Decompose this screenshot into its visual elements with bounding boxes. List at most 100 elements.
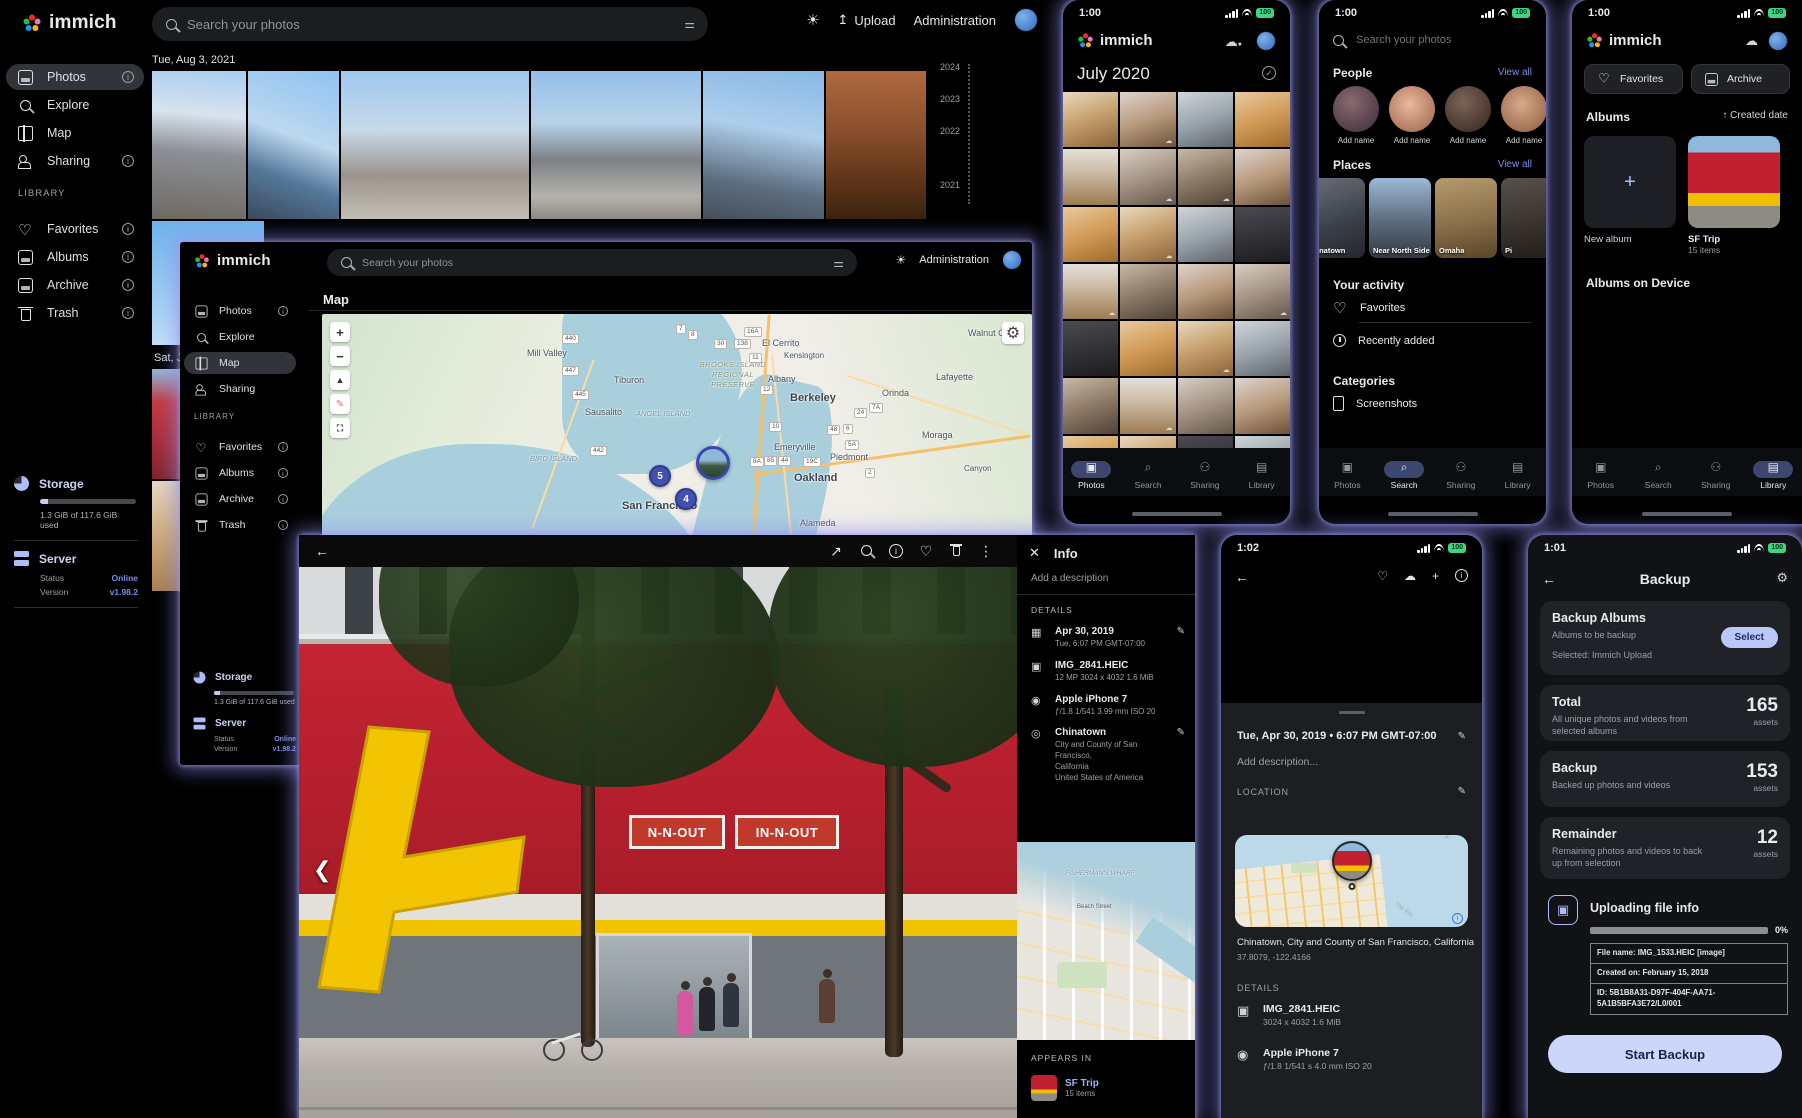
map-photo-marker[interactable] xyxy=(696,446,730,480)
photo-thumbnail[interactable]: ☁ xyxy=(1178,321,1233,376)
select-all-icon[interactable]: ✓ xyxy=(1262,66,1276,80)
map-cluster-marker[interactable]: 5 xyxy=(649,465,671,487)
photo-pin-marker[interactable] xyxy=(1332,841,1372,881)
info-icon[interactable]: i xyxy=(122,223,134,235)
settings-gear-icon[interactable]: ⚙ xyxy=(1776,570,1788,586)
info-icon[interactable]: i xyxy=(122,307,134,319)
photo-thumbnail[interactable] xyxy=(531,71,701,219)
people-view-all-link[interactable]: View all xyxy=(1498,67,1532,78)
photo-thumbnail[interactable] xyxy=(1235,149,1290,204)
info-icon[interactable]: i xyxy=(278,442,288,452)
place-card[interactable]: Pi xyxy=(1501,178,1546,258)
search-input[interactable] xyxy=(362,257,823,269)
compass-button[interactable]: ▲ xyxy=(330,370,350,390)
archive-button[interactable]: Archive xyxy=(1691,64,1790,94)
more-options-icon[interactable]: ⋮ xyxy=(971,543,1001,560)
photo-thumbnail[interactable] xyxy=(1178,378,1233,433)
info-icon[interactable]: i xyxy=(122,155,134,167)
sidebar-item-map[interactable]: Map xyxy=(184,352,296,374)
select-button[interactable]: Select xyxy=(1721,627,1778,648)
favorites-row[interactable]: Favorites xyxy=(1333,300,1405,315)
description-input[interactable]: Add a description xyxy=(1017,565,1195,595)
photo-thumbnail[interactable]: ☁ xyxy=(1235,264,1290,319)
favorite-icon[interactable]: ♡ xyxy=(911,543,941,560)
photo-thumbnail[interactable] xyxy=(1063,321,1118,376)
photo-main[interactable]: N-N-OUT IN-N-OUT ❮ xyxy=(299,567,1017,1118)
upload-cloud-icon[interactable]: ☁● xyxy=(1225,34,1242,50)
photo-thumbnail[interactable] xyxy=(248,71,339,219)
nav-library[interactable]: ▤Library xyxy=(1753,455,1793,490)
sidebar-item-favorites[interactable]: Favoritesi xyxy=(6,216,144,242)
share-icon[interactable]: ↗ xyxy=(821,543,851,560)
nav-sharing[interactable]: ⚇Sharing xyxy=(1441,455,1481,490)
photo-thumbnail[interactable] xyxy=(1178,92,1233,147)
sidebar-item-archive[interactable]: Archivei xyxy=(184,488,296,510)
sidebar-item-archive[interactable]: Archivei xyxy=(6,272,144,298)
back-icon[interactable]: ← xyxy=(315,543,329,559)
nav-library[interactable]: ▤Library xyxy=(1242,455,1282,490)
photo-thumbnail[interactable] xyxy=(1235,207,1290,262)
sidebar-item-albums[interactable]: Albumsi xyxy=(184,462,296,484)
start-backup-button[interactable]: Start Backup xyxy=(1548,1035,1782,1073)
nav-search[interactable]: ⌕Search xyxy=(1384,455,1424,490)
administration-link[interactable]: Administration xyxy=(919,254,989,266)
location-minimap[interactable]: FISHERMAN'S WHARF Beach Street xyxy=(1017,842,1195,1040)
photo-thumbnail[interactable]: ☁ xyxy=(1120,207,1175,262)
home-indicator[interactable] xyxy=(1132,512,1222,516)
info-icon[interactable]: i xyxy=(889,544,903,558)
theme-toggle-icon[interactable]: ☀ xyxy=(806,11,819,29)
info-icon[interactable]: i xyxy=(278,468,288,478)
map-cluster-marker[interactable]: 4 xyxy=(675,488,697,510)
attribution-info-icon[interactable]: i xyxy=(1452,913,1463,924)
avatar[interactable] xyxy=(1256,31,1276,51)
photo-thumbnail[interactable] xyxy=(1235,321,1290,376)
photo-thumbnail[interactable]: ☁ xyxy=(1120,378,1175,433)
edit-location-icon[interactable]: ✎ xyxy=(1177,727,1185,783)
search-bar[interactable]: ⚌ xyxy=(152,7,708,41)
upload-cloud-icon[interactable]: ☁ xyxy=(1745,33,1758,49)
nav-sharing[interactable]: ⚇Sharing xyxy=(1696,455,1736,490)
person-item[interactable]: Add name xyxy=(1333,86,1379,145)
search-input[interactable] xyxy=(1356,34,1516,46)
photo-thumbnail[interactable] xyxy=(1235,92,1290,147)
draw-tool-button[interactable]: ✎ xyxy=(330,394,350,414)
info-icon[interactable]: i xyxy=(1455,569,1468,582)
description-input[interactable]: Add description... xyxy=(1221,742,1482,768)
sidebar-item-photos[interactable]: Photosi xyxy=(184,300,296,322)
search-input[interactable] xyxy=(187,17,674,32)
sidebar-item-sharing[interactable]: Sharing xyxy=(184,378,296,400)
album-link[interactable]: SF Trip 15 items xyxy=(1017,1069,1195,1107)
avatar[interactable] xyxy=(1014,8,1038,32)
immich-logo[interactable]: immich xyxy=(22,12,117,34)
search-bar[interactable] xyxy=(1333,34,1533,46)
detail-date-row[interactable]: ▦ Apr 30, 2019Tue, 6:07 PM GMT-07:00 ✎ xyxy=(1017,621,1195,655)
add-name-label[interactable]: Add name xyxy=(1389,136,1435,145)
photo-thumbnail[interactable] xyxy=(1178,264,1233,319)
map-settings-gear-icon[interactable]: ⚙ xyxy=(1002,322,1024,344)
edit-date-icon[interactable]: ✎ xyxy=(1177,626,1185,650)
photo-thumbnail[interactable] xyxy=(703,71,824,219)
info-icon[interactable]: i xyxy=(122,251,134,263)
person-item[interactable]: Add name xyxy=(1389,86,1435,145)
upload-cloud-icon[interactable]: ☁ xyxy=(1404,569,1416,583)
info-icon[interactable]: i xyxy=(122,71,134,83)
photo-thumbnail[interactable] xyxy=(1063,207,1118,262)
back-icon[interactable]: ← xyxy=(1235,569,1249,585)
sidebar-item-trash[interactable]: Trashi xyxy=(6,300,144,326)
location-map-card[interactable]: San Francisco Ferry The Em i xyxy=(1235,835,1468,927)
edit-location-icon[interactable]: ✎ xyxy=(1458,786,1466,797)
favorites-button[interactable]: Favorites xyxy=(1584,64,1683,94)
photo-thumbnail[interactable]: ☁ xyxy=(1120,149,1175,204)
close-icon[interactable]: ✕ xyxy=(1029,545,1040,561)
photo-thumbnail[interactable]: ☁ xyxy=(1120,92,1175,147)
nav-search[interactable]: ⌕Search xyxy=(1128,455,1168,490)
photo-thumbnail[interactable] xyxy=(1120,321,1175,376)
info-icon[interactable]: i xyxy=(122,279,134,291)
place-card[interactable]: Near North Side xyxy=(1369,178,1431,258)
zoom-icon[interactable] xyxy=(851,543,881,559)
favorite-icon[interactable]: ♡ xyxy=(1377,569,1388,583)
sidebar-item-explore[interactable]: Explore xyxy=(6,92,144,118)
info-icon[interactable]: i xyxy=(278,494,288,504)
albums-sort-button[interactable]: ↑ Created date xyxy=(1722,110,1788,121)
add-icon[interactable]: + xyxy=(1432,569,1439,583)
